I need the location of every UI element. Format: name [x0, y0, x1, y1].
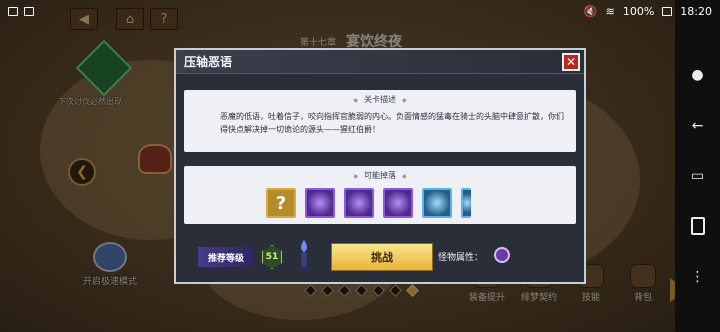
nav-home-icon[interactable]: ▭	[688, 166, 708, 186]
battery-icon	[662, 6, 673, 16]
challenge-button[interactable]: 挑战	[331, 243, 433, 271]
drop-item[interactable]	[383, 188, 413, 218]
game-icon	[24, 6, 34, 16]
battery-level: 100%	[622, 4, 655, 18]
close-button[interactable]: ✕	[562, 52, 580, 71]
user-avatar-icon[interactable]: ●	[688, 65, 708, 85]
drops-panel: 可能掉落 ?	[184, 166, 576, 224]
drop-item[interactable]	[461, 188, 471, 218]
drop-list: ?	[266, 188, 471, 218]
android-nav-bar: ● ← ▭ ⋮	[675, 0, 720, 332]
status-bar: 🔇 ≋ 100% 18:20	[0, 0, 720, 22]
stage-info-dialog: 压轴恶语 ✕ 关卡描述 恶魔的低语，吐着信子，咬向指挥官脆弱的内心。负面情感的猛…	[174, 48, 586, 284]
drop-item[interactable]	[305, 188, 335, 218]
description-panel: 关卡描述 恶魔的低语，吐着信子，咬向指挥官脆弱的内心。负面情感的猛毒在骑士的头脑…	[184, 90, 576, 152]
gallery-icon	[8, 6, 18, 16]
monster-attribute-icon[interactable]	[494, 247, 510, 263]
drops-caption: 可能掉落	[184, 170, 576, 181]
recommended-level-badge: 51	[262, 245, 282, 269]
wifi-icon: ≋	[605, 4, 615, 18]
nav-back-icon[interactable]: ←	[688, 116, 708, 136]
torch-icon	[298, 240, 310, 270]
nav-recent-icon[interactable]	[688, 216, 708, 236]
dialog-footer: 推荐等级 51 挑战 怪物属性：	[176, 234, 584, 282]
recommended-level-label: 推荐等级	[198, 247, 255, 267]
nav-more-icon[interactable]: ⋮	[688, 267, 708, 287]
mute-icon: 🔇	[583, 4, 598, 18]
stage-description: 恶魔的低语，吐着信子，咬向指挥官脆弱的内心。负面情感的猛毒在骑士的头脑中肆意扩散…	[220, 112, 564, 134]
dialog-header: 压轴恶语 ✕	[176, 50, 584, 74]
monster-attribute-label: 怪物属性：	[438, 253, 484, 263]
drop-item[interactable]	[344, 188, 374, 218]
drop-item[interactable]	[422, 188, 452, 218]
clock: 18:20	[680, 4, 712, 18]
dialog-title: 压轴恶语	[184, 55, 233, 69]
description-caption: 关卡描述	[184, 94, 576, 105]
drop-item-unknown[interactable]: ?	[266, 188, 296, 218]
